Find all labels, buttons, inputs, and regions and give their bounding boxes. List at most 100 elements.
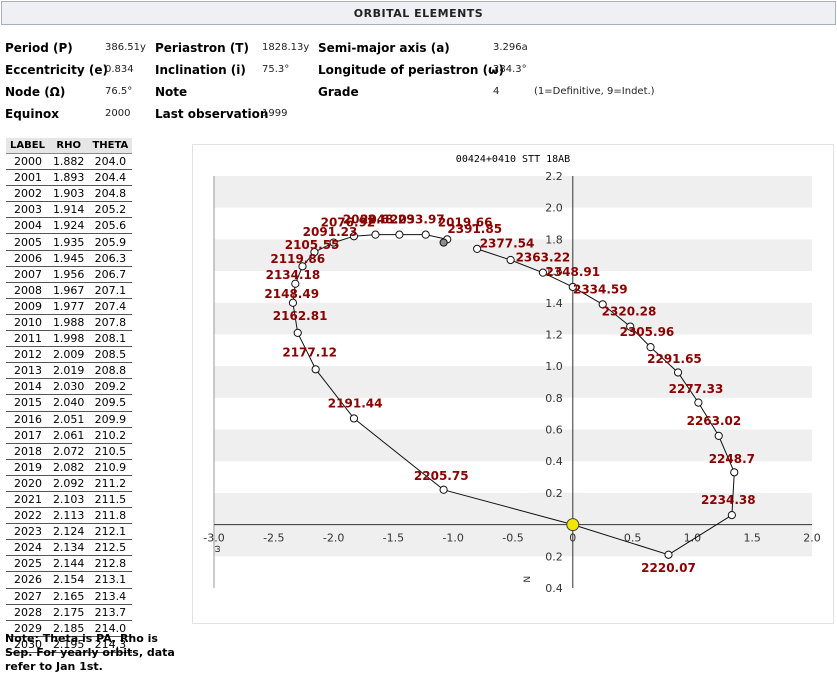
row-label: 2009 [6, 298, 49, 315]
row-rho: 1.956 [48, 266, 89, 283]
epoch-label: 2134.18 [266, 268, 321, 282]
epoch-label: 2234.38 [701, 493, 756, 507]
row-label: 2028 [6, 604, 49, 621]
table-row: 2018 2.072 210.5 [6, 443, 133, 460]
orbit-point [349, 414, 359, 423]
periastron-value: 1828.13y [262, 42, 310, 53]
table-row: 2000 1.882 204.0 [6, 153, 133, 171]
row-theta: 204.4 [88, 169, 133, 187]
row-rho: 1.977 [48, 298, 89, 315]
row-theta: 212.5 [88, 539, 133, 557]
table-row: 2009 1.977 207.4 [6, 298, 133, 315]
row-label: 2023 [6, 523, 49, 541]
row-label: 2015 [6, 394, 49, 412]
row-rho: 1.903 [48, 185, 89, 203]
row-label: 2008 [6, 282, 49, 299]
x-tick-label: 0 [569, 532, 576, 545]
row-theta: 209.5 [88, 394, 133, 412]
row-label: 2017 [6, 427, 49, 444]
row-theta: 212.1 [88, 523, 133, 541]
table-row: 2001 1.893 204.4 [6, 169, 133, 187]
row-theta: 205.6 [88, 217, 133, 235]
y-tick-label: 1.4 [545, 297, 563, 310]
y-tick-label: 2.0 [545, 202, 563, 215]
row-rho: 2.072 [48, 443, 89, 460]
x-tick-label: -1.5 [383, 532, 404, 545]
row-rho: 2.030 [48, 378, 89, 396]
row-rho: 2.009 [48, 346, 89, 364]
x-tick-label: 2.0 [803, 532, 821, 545]
row-theta: 209.2 [88, 378, 133, 396]
longitude-periastron-label: Longitude of periastron (ω) [318, 63, 504, 77]
row-theta: 213.1 [88, 571, 133, 589]
epoch-label: 2162.81 [273, 309, 328, 323]
row-theta: 213.4 [88, 588, 133, 605]
row-rho: 1.945 [48, 250, 89, 267]
y-tick-label: 1.0 [545, 360, 563, 373]
row-rho: 2.144 [48, 555, 89, 573]
row-label: 2022 [6, 507, 49, 525]
orbit-point [439, 238, 448, 247]
semimajor-label: Semi-major axis (a) [318, 41, 450, 55]
orbit-point [664, 550, 673, 559]
ephemeris-table: LABEL RHO THETA 2000 1.882 204.0 2001 1.893 2… [6, 138, 133, 653]
row-label: 2007 [6, 266, 49, 283]
epoch-label: 2119.86 [270, 252, 325, 266]
row-theta: 206.3 [88, 250, 133, 267]
epoch-label: 2177.12 [282, 346, 337, 360]
row-theta: 213.7 [88, 604, 133, 621]
orbit-point [439, 485, 448, 494]
row-rho: 2.154 [48, 571, 89, 589]
row-rho: 2.082 [48, 459, 89, 476]
row-label: 2011 [6, 330, 49, 348]
table-row: 2012 2.009 208.5 [6, 346, 133, 364]
orbit-point [727, 511, 736, 520]
row-rho: 2.113 [48, 507, 89, 525]
epoch-label: 2148.49 [264, 287, 319, 301]
row-theta: 210.9 [88, 459, 133, 476]
epoch-label: 2363.22 [516, 251, 571, 265]
y-tick-label: 0.6 [545, 424, 563, 437]
row-rho: 2.124 [48, 523, 89, 541]
grid-band [214, 176, 812, 208]
row-label: 2004 [6, 217, 49, 235]
table-row: 2011 1.998 208.1 [6, 330, 133, 348]
row-theta: 210.5 [88, 443, 133, 460]
row-rho: 2.165 [48, 588, 89, 605]
epoch-label: 2263.02 [687, 414, 742, 428]
row-rho: 1.998 [48, 330, 89, 348]
x-tick-label: 0.5 [624, 532, 642, 545]
last-observation-label: Last observation [155, 107, 269, 121]
y-tick-label: 1.2 [545, 328, 563, 341]
epoch-label: 2248.7 [709, 452, 755, 466]
row-rho: 2.134 [48, 539, 89, 557]
table-row: 2026 2.154 213.1 [6, 571, 133, 589]
grade-value: 4 [493, 86, 500, 97]
row-label: 2025 [6, 555, 49, 573]
table-row: 2022 2.113 211.8 [6, 507, 133, 525]
row-theta: 211.2 [88, 475, 133, 492]
semimajor-value: 3.296a [493, 42, 528, 53]
row-label: 2000 [6, 153, 49, 171]
table-row: 2007 1.956 206.7 [6, 266, 133, 283]
last-observation-value: 1999 [262, 108, 288, 119]
orbit-point [694, 398, 703, 407]
primary-star [566, 518, 580, 532]
longitude-periastron-value: 284.3° [493, 64, 527, 75]
table-row: 2006 1.945 206.3 [6, 250, 133, 267]
row-theta: 209.9 [88, 411, 133, 428]
y-tick-label: 2.2 [545, 170, 563, 183]
y-tick-label: 0.2 [545, 487, 563, 500]
grade-label: Grade [318, 85, 359, 99]
inclination-value: 75.3° [262, 64, 290, 75]
row-rho: 1.924 [48, 217, 89, 235]
row-theta: 204.0 [88, 153, 133, 171]
row-rho: 1.967 [48, 282, 89, 299]
orbit-point [730, 468, 739, 477]
row-label: 2003 [6, 201, 49, 219]
orbit-point [395, 230, 404, 239]
row-rho: 1.893 [48, 169, 89, 187]
x-tick-label: -2.0 [323, 532, 344, 545]
row-theta: 211.8 [88, 507, 133, 525]
table-row: 2002 1.903 204.8 [6, 185, 133, 203]
